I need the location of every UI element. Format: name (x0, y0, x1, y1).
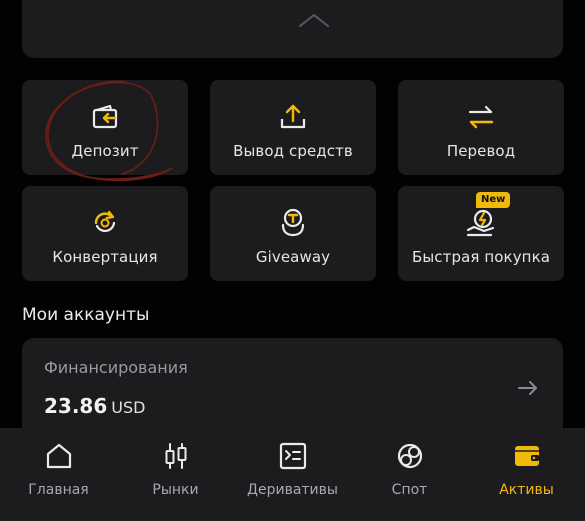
withdraw-label: Вывод средств (233, 141, 353, 160)
convert-button[interactable]: Конвертация (22, 186, 188, 281)
account-currency: USD (111, 398, 146, 417)
chevron-up-icon[interactable] (298, 12, 330, 28)
nav-label-spot: Спот (391, 482, 428, 498)
giveaway-hand-icon (276, 206, 310, 240)
transfer-arrows-icon (464, 100, 498, 134)
quick-buy-label: Быстрая покупка (411, 247, 551, 266)
nav-label-home: Главная (28, 482, 89, 498)
deposit-wallet-icon (88, 100, 122, 134)
nav-item-home[interactable]: Главная (0, 429, 117, 521)
deposit-label: Депозит (71, 141, 139, 160)
nav-label-markets: Рынки (152, 482, 199, 498)
nav-label-assets: Активы (499, 482, 554, 498)
new-badge: New (476, 191, 511, 208)
wallet-icon (511, 440, 543, 472)
spot-icon (394, 440, 426, 472)
convert-label: Конвертация (52, 247, 158, 266)
account-balance: 23.86 USD (44, 394, 145, 418)
nav-label-derivatives: Деривативы (247, 482, 338, 498)
nav-item-derivatives[interactable]: Деривативы (234, 429, 351, 521)
collapsed-panel (22, 0, 563, 58)
withdraw-upload-icon (276, 100, 310, 134)
giveaway-label: Giveaway (255, 247, 331, 266)
transfer-label: Перевод (446, 141, 516, 160)
transfer-button[interactable]: Перевод (398, 80, 564, 175)
account-amount: 23.86 (44, 394, 108, 418)
giveaway-button[interactable]: Giveaway (210, 186, 376, 281)
section-title-my-accounts: Мои аккаунты (22, 305, 150, 325)
bottom-navigation: Главная Рынки Деривативы Спот Активы (0, 428, 585, 521)
withdraw-button[interactable]: Вывод средств (210, 80, 376, 175)
quick-buy-button[interactable]: New Быстрая покупка (398, 186, 564, 281)
home-icon (43, 440, 75, 472)
deposit-button[interactable]: Депозит (22, 80, 188, 175)
nav-item-markets[interactable]: Рынки (117, 429, 234, 521)
nav-item-spot[interactable]: Спот (351, 429, 468, 521)
quick-buy-icon: New (464, 191, 511, 240)
account-name: Финансирования (44, 358, 188, 377)
candlestick-icon (160, 440, 192, 472)
convert-refresh-icon (88, 206, 122, 240)
nav-item-assets[interactable]: Активы (468, 429, 585, 521)
arrow-right-icon[interactable] (517, 377, 539, 399)
derivatives-icon (277, 440, 309, 472)
